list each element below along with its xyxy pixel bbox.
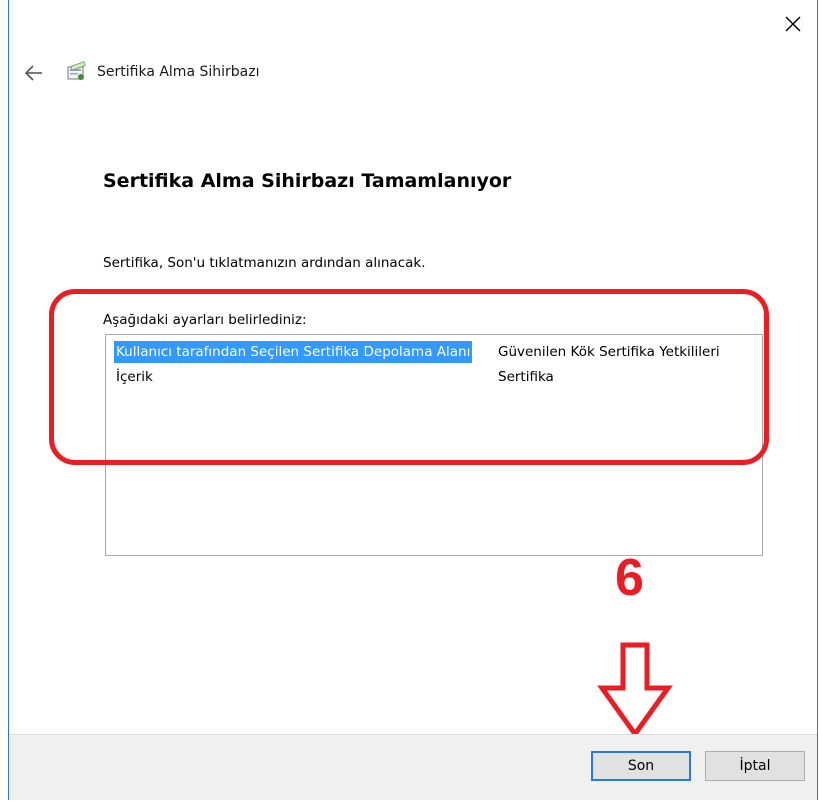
setting-key: Kullanıcı tarafından Seçilen Sertifika D… <box>114 341 473 363</box>
setting-value: Güvenilen Kök Sertifika Yetkilileri <box>498 344 720 360</box>
close-icon <box>785 16 801 32</box>
back-button[interactable] <box>21 60 47 86</box>
page-title: Sertifika Alma Sihirbazı Tamamlanıyor <box>103 170 512 192</box>
close-button[interactable] <box>779 10 807 38</box>
settings-label: Aşağıdaki ayarları belirlediniz: <box>103 312 307 328</box>
certificate-import-wizard-window: Sertifika Alma Sihirbazı Sertifika Alma … <box>8 0 818 800</box>
step-number-annotation: 6 <box>615 549 644 607</box>
setting-value: Sertifika <box>498 369 554 385</box>
cancel-button[interactable]: İptal <box>705 751 805 781</box>
certificate-wizard-icon <box>67 61 86 80</box>
wizard-title: Sertifika Alma Sihirbazı <box>97 64 260 80</box>
finish-button[interactable]: Son <box>591 751 691 781</box>
intro-text: Sertifika, Son'u tıklatmanızın ardından … <box>103 255 426 271</box>
settings-summary-list[interactable]: Kullanıcı tarafından Seçilen Sertifika D… <box>105 334 763 556</box>
down-arrow-annotation-icon <box>597 642 673 738</box>
setting-key: İçerik <box>116 369 153 385</box>
wizard-footer: Son İptal <box>9 734 817 800</box>
back-arrow-icon <box>24 65 42 81</box>
